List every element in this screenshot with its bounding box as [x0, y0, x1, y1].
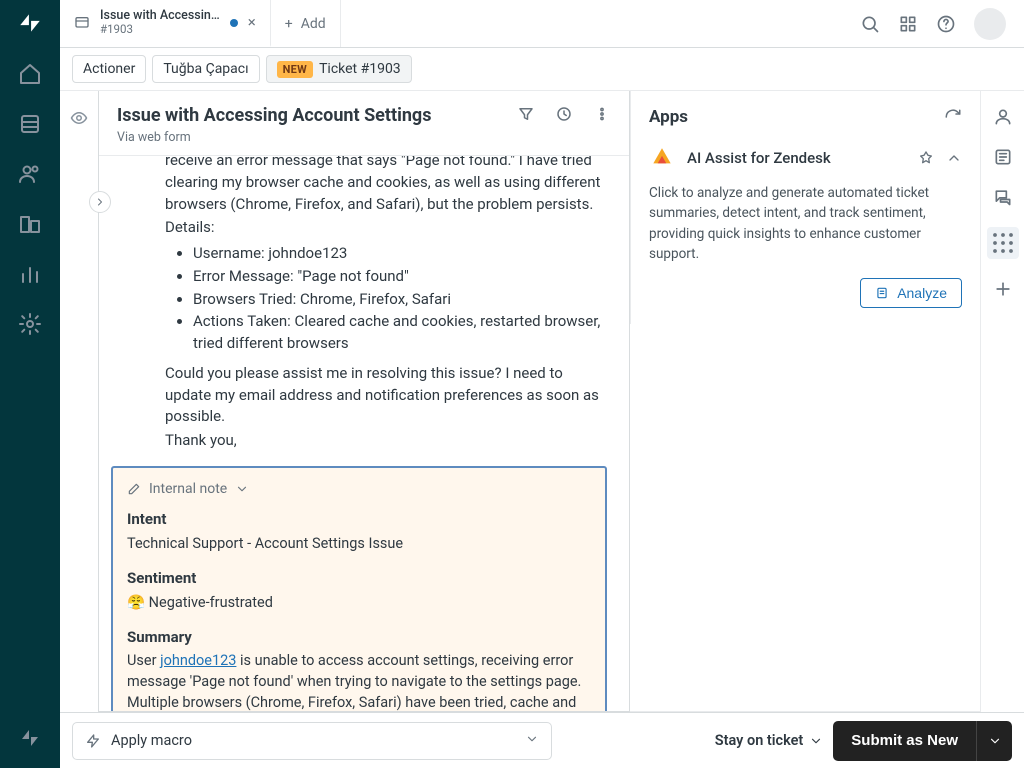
compose-icon	[127, 482, 141, 496]
zendesk-products-icon[interactable]	[18, 726, 42, 750]
add-tab[interactable]: + Add	[271, 0, 341, 47]
ticket-panel: Issue with Accessing Account Settings Vi…	[98, 91, 630, 712]
conversations-icon[interactable]	[993, 187, 1013, 207]
apply-macro[interactable]: Apply macro	[72, 722, 552, 760]
note-intent-heading: Intent	[127, 509, 591, 531]
context-rail	[980, 91, 1024, 712]
more-options-icon[interactable]	[593, 105, 611, 123]
crumb-requester[interactable]: Tuğba Çapacı	[152, 55, 259, 83]
crumb-ticket[interactable]: NEW Ticket #1903	[266, 55, 412, 83]
filter-icon[interactable]	[517, 105, 535, 123]
stay-label: Stay on ticket	[715, 732, 804, 749]
ticket-icon	[74, 15, 90, 31]
ai-assist-app-icon	[649, 145, 675, 171]
views-icon[interactable]	[18, 112, 42, 136]
msg-closing: Could you please assist me in resolving …	[165, 363, 611, 428]
refresh-apps-icon[interactable]	[944, 108, 962, 126]
note-sentiment-heading: Sentiment	[127, 568, 591, 590]
analyze-icon	[875, 286, 889, 300]
unsaved-dot-icon	[230, 19, 238, 27]
knowledge-icon[interactable]	[993, 147, 1013, 167]
chevron-down-icon	[525, 732, 539, 750]
chevron-down-icon	[809, 734, 823, 748]
tab-title: Issue with Accessin…	[100, 8, 220, 23]
detail-browsers: Browsers Tried: Chrome, Firefox, Safari	[193, 289, 611, 311]
user-context-icon[interactable]	[993, 107, 1013, 127]
admin-icon[interactable]	[18, 312, 42, 336]
organizations-icon[interactable]	[18, 212, 42, 236]
macro-label: Apply macro	[111, 732, 192, 749]
msg-thanks: Thank you,	[165, 430, 611, 452]
detail-actions: Actions Taken: Cleared cache and cookies…	[193, 311, 611, 355]
ticket-via: Via web form	[117, 130, 517, 145]
zendesk-logo-icon[interactable]	[17, 10, 43, 36]
apps-heading: Apps	[649, 107, 944, 127]
macro-icon	[85, 733, 101, 749]
status-new-pill: NEW	[277, 61, 313, 78]
reporting-icon[interactable]	[18, 262, 42, 286]
submit-button[interactable]: Submit as New	[833, 721, 976, 761]
help-icon[interactable]	[936, 14, 956, 34]
note-summary: User johndoe123 is unable to access acco…	[127, 650, 591, 711]
analyze-label: Analyze	[897, 285, 947, 301]
search-icon[interactable]	[860, 14, 880, 34]
msg-details-label: Details:	[165, 217, 611, 239]
note-summary-heading: Summary	[127, 627, 591, 649]
customers-icon[interactable]	[18, 162, 42, 186]
note-intent: Technical Support - Account Settings Iss…	[127, 533, 591, 554]
stay-on-ticket[interactable]: Stay on ticket	[715, 732, 824, 749]
detail-username: Username: johndoe123	[193, 243, 611, 265]
note-user-link[interactable]: johndoe123	[160, 652, 236, 669]
detail-error: Error Message: "Page not found"	[193, 266, 611, 288]
add-tab-label: Add	[301, 16, 326, 32]
add-app-icon[interactable]	[993, 279, 1013, 299]
ticket-message: receive an error message that says "Page…	[165, 156, 611, 452]
tab-subtitle: #1903	[100, 23, 220, 37]
plus-icon: +	[285, 16, 293, 32]
note-type-label[interactable]: Internal note	[149, 479, 227, 499]
tab-bar: Issue with Accessin… #1903 × + Add	[60, 0, 1024, 48]
apps-rail-icon[interactable]	[987, 227, 1019, 259]
events-icon[interactable]	[555, 105, 573, 123]
apps-panel: Apps AI Assist for Zendesk Click to anal…	[630, 91, 980, 324]
submit-dropdown[interactable]	[976, 721, 1012, 761]
visibility-icon[interactable]	[70, 109, 88, 127]
internal-note-editor[interactable]: Internal note Intent Technical Support -…	[111, 466, 607, 711]
close-tab-icon[interactable]: ×	[248, 15, 256, 30]
pin-icon[interactable]	[918, 150, 934, 166]
apps-grid-icon[interactable]	[898, 14, 918, 34]
crumb-actioner[interactable]: Actioner	[72, 55, 146, 83]
ticket-footer: Apply macro Stay on ticket Submit as New	[60, 712, 1024, 768]
msg-line: receive an error message that says "Page…	[165, 156, 611, 215]
app-description: Click to analyze and generate automated …	[649, 183, 962, 264]
chevron-down-icon[interactable]	[235, 482, 249, 496]
tab-ticket-1903[interactable]: Issue with Accessin… #1903 ×	[60, 0, 271, 47]
breadcrumb: Actioner Tuğba Çapacı NEW Ticket #1903	[60, 48, 1024, 91]
collapse-icon[interactable]	[946, 150, 962, 166]
note-sentiment: 😤 Negative-frustrated	[127, 592, 591, 613]
home-icon[interactable]	[18, 62, 42, 86]
crumb-ticket-label: Ticket #1903	[319, 61, 401, 77]
user-avatar[interactable]	[974, 8, 1006, 40]
nav-rail	[0, 0, 60, 768]
ticket-title: Issue with Accessing Account Settings	[117, 105, 517, 126]
analyze-button[interactable]: Analyze	[860, 278, 962, 308]
app-name[interactable]: AI Assist for Zendesk	[687, 149, 906, 167]
apps-panel-wrap: Apps AI Assist for Zendesk Click to anal…	[630, 91, 980, 712]
